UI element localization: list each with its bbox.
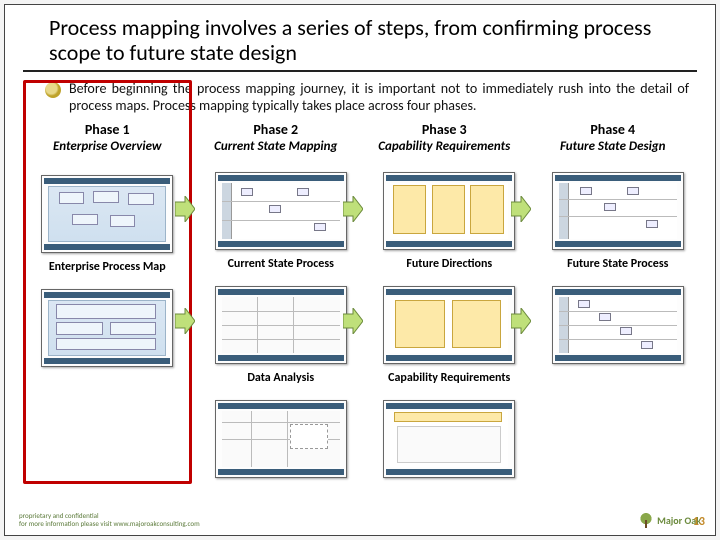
arrow-icon: [343, 196, 363, 222]
thumbnail: [215, 286, 347, 364]
page-title: Process mapping involves a series of ste…: [23, 5, 697, 72]
phase-1-column: Enterprise Process Map: [23, 80, 192, 484]
phase-label: Phase 2: [192, 121, 361, 138]
page-number: 13: [693, 515, 705, 529]
sub-label: Current State Process: [228, 258, 334, 282]
thumbnail: [41, 289, 173, 367]
thumbnail: [383, 400, 515, 478]
sub-label: Future Directions: [406, 258, 492, 282]
phase-name: Future State Design: [529, 140, 698, 168]
phase-name: Current State Mapping: [192, 140, 361, 168]
thumbnail: [383, 286, 515, 364]
sub-label: Enterprise Process Map: [49, 261, 166, 285]
phase-4-column: Future State Process: [539, 172, 698, 484]
thumbnail: [552, 172, 684, 250]
thumbnail: [383, 172, 515, 250]
thumbnail: [215, 400, 347, 478]
sub-label: Data Analysis: [247, 372, 314, 396]
thumbnail: [215, 172, 347, 250]
arrow-icon: [175, 196, 195, 222]
arrow-icon: [511, 308, 531, 334]
diagram-area: Enterprise Process Map: [5, 168, 715, 484]
arrow-icon: [175, 308, 195, 334]
tree-icon: [639, 513, 653, 527]
sub-label: Future State Process: [567, 258, 668, 282]
arrow-icon: [511, 196, 531, 222]
phase-3-column: Future Directions Capability Requirement…: [370, 172, 529, 484]
sub-label: Capability Requirements: [388, 372, 510, 396]
footer-line: for more information please visit www.ma…: [19, 520, 200, 528]
thumbnail: [552, 286, 684, 364]
arrow-icon: [343, 308, 363, 334]
phase-label: Phase 4: [529, 121, 698, 138]
phase-name: Capability Requirements: [360, 140, 529, 168]
thumbnail: [41, 175, 173, 253]
phase-label: Phase 3: [360, 121, 529, 138]
footer: proprietary and confidential for more in…: [5, 505, 715, 535]
phase-2-column: Current State Process Data Analysis: [202, 172, 361, 484]
logo: Major Oak: [639, 513, 701, 527]
footer-text: proprietary and confidential for more in…: [19, 512, 200, 527]
slide: Process mapping involves a series of ste…: [4, 4, 716, 536]
